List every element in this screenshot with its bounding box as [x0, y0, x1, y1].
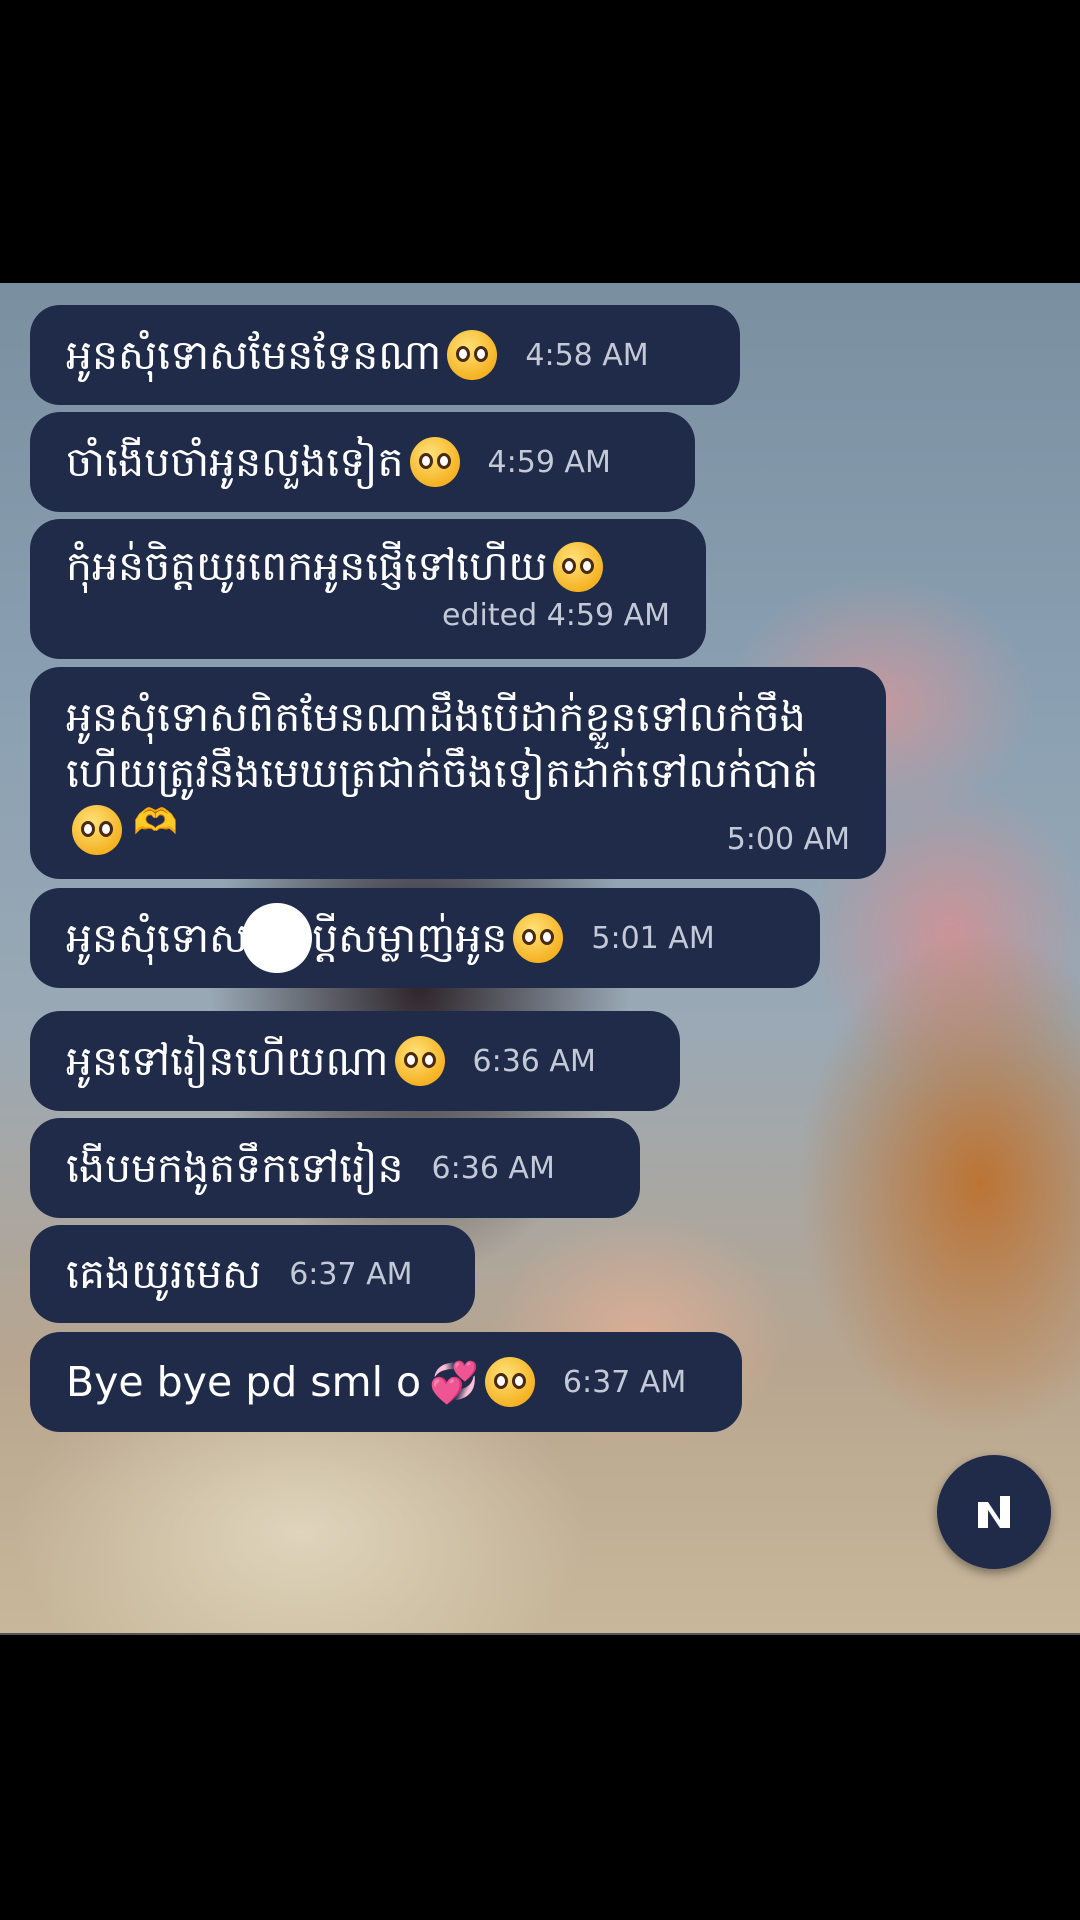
heart-hands-icon: 🫶 [133, 802, 178, 843]
pleading-face-icon [553, 541, 604, 592]
message-bubble[interactable]: អូនសុំទោសមែនទែនណា 4:58 AM [30, 305, 740, 405]
message-time: 5:00 AM [726, 822, 850, 857]
edited-label: edited [442, 598, 538, 634]
message-text-before: អូនសុំទោស [66, 913, 249, 962]
message-text: គេងយូរមេស [66, 1249, 262, 1298]
message-text: Bye bye pd sml o [66, 1357, 422, 1406]
message-text: ងើបមកងូតទឹកទៅរៀន [66, 1143, 404, 1192]
app-logo-icon [978, 1496, 1010, 1528]
message-text: អូនទៅរៀនហើយណា [66, 1036, 389, 1085]
message-time: 6:36 AM [431, 1150, 555, 1186]
message-bubble[interactable]: ចាំងើបចាំអូនលួងទៀត 4:59 AM [30, 412, 695, 512]
pleading-face-icon [484, 1357, 535, 1407]
message-time: 6:37 AM [289, 1256, 413, 1292]
message-bubble[interactable]: កុំអន់ចិត្តយូរពេកអូនផ្ញើទៅហើយ edited 4:5… [30, 519, 706, 659]
message-time: 4:59 AM [546, 598, 670, 634]
two-hearts-icon: 💞 [429, 1359, 479, 1406]
censor-mark [242, 903, 313, 973]
message-text: កុំអន់ចិត្តយូរពេកអូនផ្ញើទៅហើយ [66, 542, 548, 590]
message-time: 4:58 AM [525, 337, 649, 373]
message-bubble[interactable]: Bye bye pd sml o 💞 6:37 AM [30, 1332, 742, 1432]
message-bubble[interactable]: អូនសុំទោសពិតមែនណាដឹងបើដាក់ខ្លួនទៅលក់ចឹងហ… [30, 667, 886, 879]
app-logo-button[interactable] [937, 1455, 1051, 1569]
pleading-face-icon [394, 1036, 445, 1086]
message-bubble[interactable]: គេងយូរមេស 6:37 AM [30, 1225, 475, 1323]
pleading-face-icon [409, 437, 460, 487]
pleading-face-icon [513, 913, 564, 963]
message-time: 4:59 AM [487, 444, 611, 480]
message-text-after: ប្ដីសម្លាញ់អូន [312, 913, 508, 962]
pleading-face-icon [447, 330, 498, 380]
message-bubble[interactable]: ងើបមកងូតទឹកទៅរៀន 6:36 AM [30, 1118, 640, 1218]
message-bubble[interactable]: អូនសុំទោស ប្ដីសម្លាញ់អូន 5:01 AM [30, 888, 820, 988]
message-time: 6:36 AM [472, 1043, 596, 1079]
message-text: អូនសុំទោសមែនទែនណា [66, 330, 442, 379]
message-time: 5:01 AM [591, 920, 715, 956]
message-text: អូនសុំទោសពិតមែនណាដឹងបើដាក់ខ្លួនទៅលក់ចឹងហ… [66, 693, 819, 797]
message-bubble[interactable]: អូនទៅរៀនហើយណា 6:36 AM [30, 1011, 680, 1111]
pleading-face-icon [72, 804, 122, 855]
message-time: 6:37 AM [562, 1364, 687, 1400]
message-text: ចាំងើបចាំអូនលួងទៀត [66, 437, 404, 486]
divider [0, 1633, 1080, 1635]
